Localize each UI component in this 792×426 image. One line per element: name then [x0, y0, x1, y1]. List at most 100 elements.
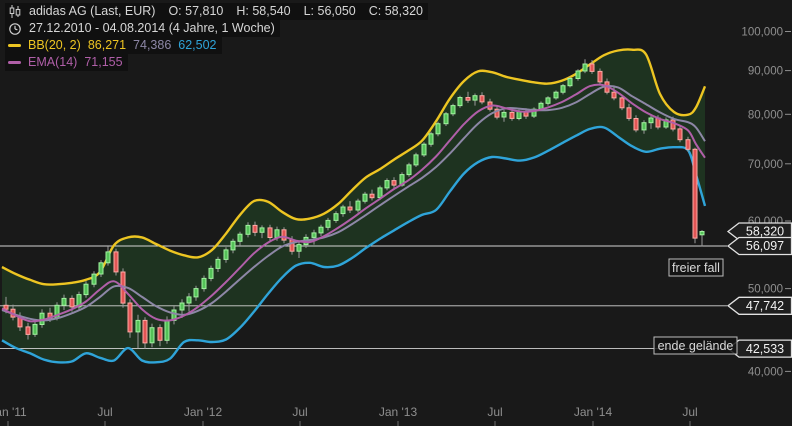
candle-up	[502, 112, 506, 117]
candle-down	[510, 112, 514, 118]
candle-up	[33, 324, 37, 334]
candle-up	[326, 220, 330, 227]
candle-up	[180, 303, 184, 310]
bb-legend-row[interactable]: BB(20, 2) 86,271 74,386 62,502	[5, 37, 222, 54]
candle-down	[671, 120, 675, 129]
candle-down	[348, 207, 352, 210]
y-axis-label: 50,000	[748, 284, 783, 296]
bb-middle-value: 74,386	[133, 38, 171, 53]
candle-up	[334, 214, 338, 221]
candle-down	[392, 181, 396, 186]
candle-up	[341, 207, 345, 214]
x-axis-label: Jul	[682, 405, 697, 419]
candle-up	[216, 259, 220, 268]
candle-up	[92, 274, 96, 284]
ema-legend-row[interactable]: EMA(14) 71,155	[5, 54, 128, 71]
candle-up	[407, 165, 411, 175]
candle-up	[385, 181, 389, 188]
period-row: 27.12.2010 - 04.08.2014 (4 Jahre, 1 Woch…	[5, 20, 280, 37]
candle-up	[363, 194, 367, 201]
candle-down	[686, 140, 690, 150]
y-axis-label: 100,000	[741, 27, 783, 39]
instrument-name: adidas AG (Last, EUR)	[29, 4, 155, 19]
close-value: 58,320	[385, 4, 423, 18]
candle-up	[554, 92, 558, 98]
ema-label: EMA(14)	[28, 55, 77, 70]
candle-up	[414, 155, 418, 165]
candle-up	[319, 227, 323, 233]
candle-up	[436, 124, 440, 134]
ema-value: 71,155	[84, 55, 122, 70]
open-value: 57,810	[185, 4, 223, 18]
candle-up	[576, 71, 580, 79]
candle-up	[378, 188, 382, 198]
candle-up	[136, 320, 140, 332]
candle-down	[114, 252, 118, 272]
candle-down	[268, 228, 272, 238]
candle-down	[4, 305, 8, 309]
candle-up	[194, 289, 198, 297]
candle-up	[224, 250, 228, 260]
candle-up	[187, 297, 191, 303]
candle-up	[99, 263, 103, 274]
y-axis-label: 80,000	[748, 109, 783, 121]
chart-window: 100,00090,00080,00070,00060,00050,00040,…	[0, 0, 792, 426]
ema-line-swatch	[8, 61, 21, 64]
candle-up	[62, 298, 66, 305]
candle-up	[642, 123, 646, 130]
bb-label: BB(20, 2)	[28, 38, 81, 53]
candle-up	[583, 64, 587, 71]
x-axis-label: Jul	[487, 405, 502, 419]
candle-down	[158, 328, 162, 341]
period-text: 27.12.2010 - 04.08.2014 (4 Jahre, 1 Woch…	[29, 21, 275, 36]
candle-down	[370, 194, 374, 198]
bb-line-swatch	[8, 44, 21, 47]
candle-up	[84, 284, 88, 294]
close-label: C:	[369, 4, 382, 18]
candle-down	[143, 320, 147, 343]
annotation-text: ende gelände	[658, 339, 734, 353]
candle-down	[620, 98, 624, 108]
bb-upper-value: 86,271	[88, 38, 126, 53]
candle-down	[590, 64, 594, 71]
candle-down	[253, 225, 257, 232]
bollinger-band-fill	[2, 49, 705, 362]
candle-down	[693, 149, 697, 238]
candle-down	[612, 92, 616, 98]
candle-up	[356, 201, 360, 210]
candle-up	[106, 252, 110, 263]
level-price-tag-label: 56,097	[746, 239, 784, 253]
candle-up	[150, 328, 154, 343]
candle-up	[246, 225, 250, 234]
y-axis-label: 90,000	[748, 66, 783, 78]
candle-down	[282, 230, 286, 240]
open-label: O:	[168, 4, 181, 18]
candle-down	[26, 327, 30, 335]
candle-up	[568, 79, 572, 86]
high-value: 58,540	[252, 4, 290, 18]
candle-up	[275, 230, 279, 238]
candle-down	[598, 71, 602, 82]
x-axis-label: Jan '14	[574, 405, 613, 419]
candle-up	[458, 98, 462, 106]
last-price-tag-label: 58,320	[746, 225, 784, 239]
y-axis-label: 70,000	[748, 159, 783, 171]
high-label: H:	[236, 4, 249, 18]
candlestick-icon	[8, 4, 22, 19]
low-value: 56,050	[318, 4, 356, 18]
x-axis-label: Jan '12	[184, 405, 223, 419]
x-axis-label: Jan '11	[0, 405, 27, 419]
clock-icon	[8, 22, 22, 36]
candle-up	[238, 234, 242, 241]
low-label: L:	[304, 4, 314, 18]
candle-up	[202, 278, 206, 288]
candle-up	[473, 96, 477, 100]
instrument-header: adidas AG (Last, EUR) O: 57,810 H: 58,54…	[5, 3, 428, 20]
candle-down	[678, 129, 682, 140]
candle-up	[209, 268, 213, 278]
level-price-tag-label: 47,742	[746, 299, 784, 313]
level-price-tag-label: 42,533	[746, 342, 784, 356]
candle-up	[260, 228, 264, 232]
candle-up	[422, 144, 426, 155]
candle-up	[546, 98, 550, 103]
